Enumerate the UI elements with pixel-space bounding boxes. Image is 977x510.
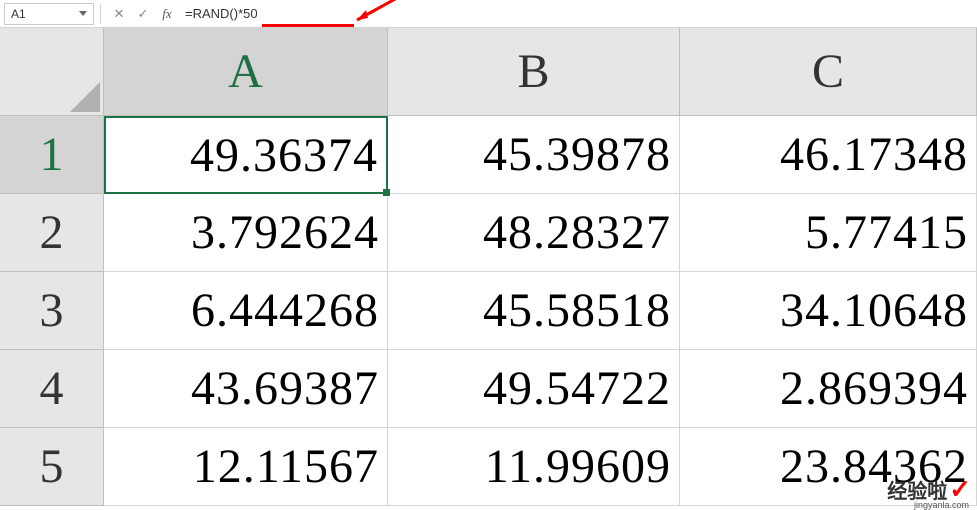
cell-A4[interactable]: 43.69387 xyxy=(104,350,388,428)
cell-A1[interactable]: 49.36374 xyxy=(104,116,388,194)
formula-input[interactable] xyxy=(179,3,973,25)
column-header-C[interactable]: C xyxy=(680,28,977,116)
name-box-value: A1 xyxy=(11,7,26,21)
row-header-1[interactable]: 1 xyxy=(0,116,104,194)
spreadsheet-grid: A B C 1 49.36374 45.39878 46.17348 2 3.7… xyxy=(0,28,977,506)
select-all-corner[interactable] xyxy=(0,28,104,116)
cell-B3[interactable]: 45.58518 xyxy=(388,272,680,350)
cell-A3[interactable]: 6.444268 xyxy=(104,272,388,350)
row-header-5[interactable]: 5 xyxy=(0,428,104,506)
cell-B5[interactable]: 11.99609 xyxy=(388,428,680,506)
cell-B4[interactable]: 49.54722 xyxy=(388,350,680,428)
cell-A5[interactable]: 12.11567 xyxy=(104,428,388,506)
cell-A2[interactable]: 3.792624 xyxy=(104,194,388,272)
cell-C3[interactable]: 34.10648 xyxy=(680,272,977,350)
fx-button[interactable]: fx xyxy=(155,3,179,25)
cell-C1[interactable]: 46.17348 xyxy=(680,116,977,194)
name-box[interactable]: A1 xyxy=(4,3,94,25)
column-header-B[interactable]: B xyxy=(388,28,680,116)
name-box-dropdown-icon[interactable] xyxy=(79,11,87,16)
cell-B1[interactable]: 45.39878 xyxy=(388,116,680,194)
corner-triangle-icon xyxy=(70,82,100,112)
annotation-underline xyxy=(262,24,354,27)
row-header-4[interactable]: 4 xyxy=(0,350,104,428)
cell-C4[interactable]: 2.869394 xyxy=(680,350,977,428)
cell-C2[interactable]: 5.77415 xyxy=(680,194,977,272)
separator xyxy=(100,4,101,24)
row-header-3[interactable]: 3 xyxy=(0,272,104,350)
formula-bar: A1 ✕ ✓ fx xyxy=(0,0,977,28)
annotation-arrow xyxy=(352,0,402,31)
column-header-A[interactable]: A xyxy=(104,28,388,116)
cell-B2[interactable]: 48.28327 xyxy=(388,194,680,272)
cancel-button[interactable]: ✕ xyxy=(107,3,131,25)
row-header-2[interactable]: 2 xyxy=(0,194,104,272)
confirm-button[interactable]: ✓ xyxy=(131,3,155,25)
